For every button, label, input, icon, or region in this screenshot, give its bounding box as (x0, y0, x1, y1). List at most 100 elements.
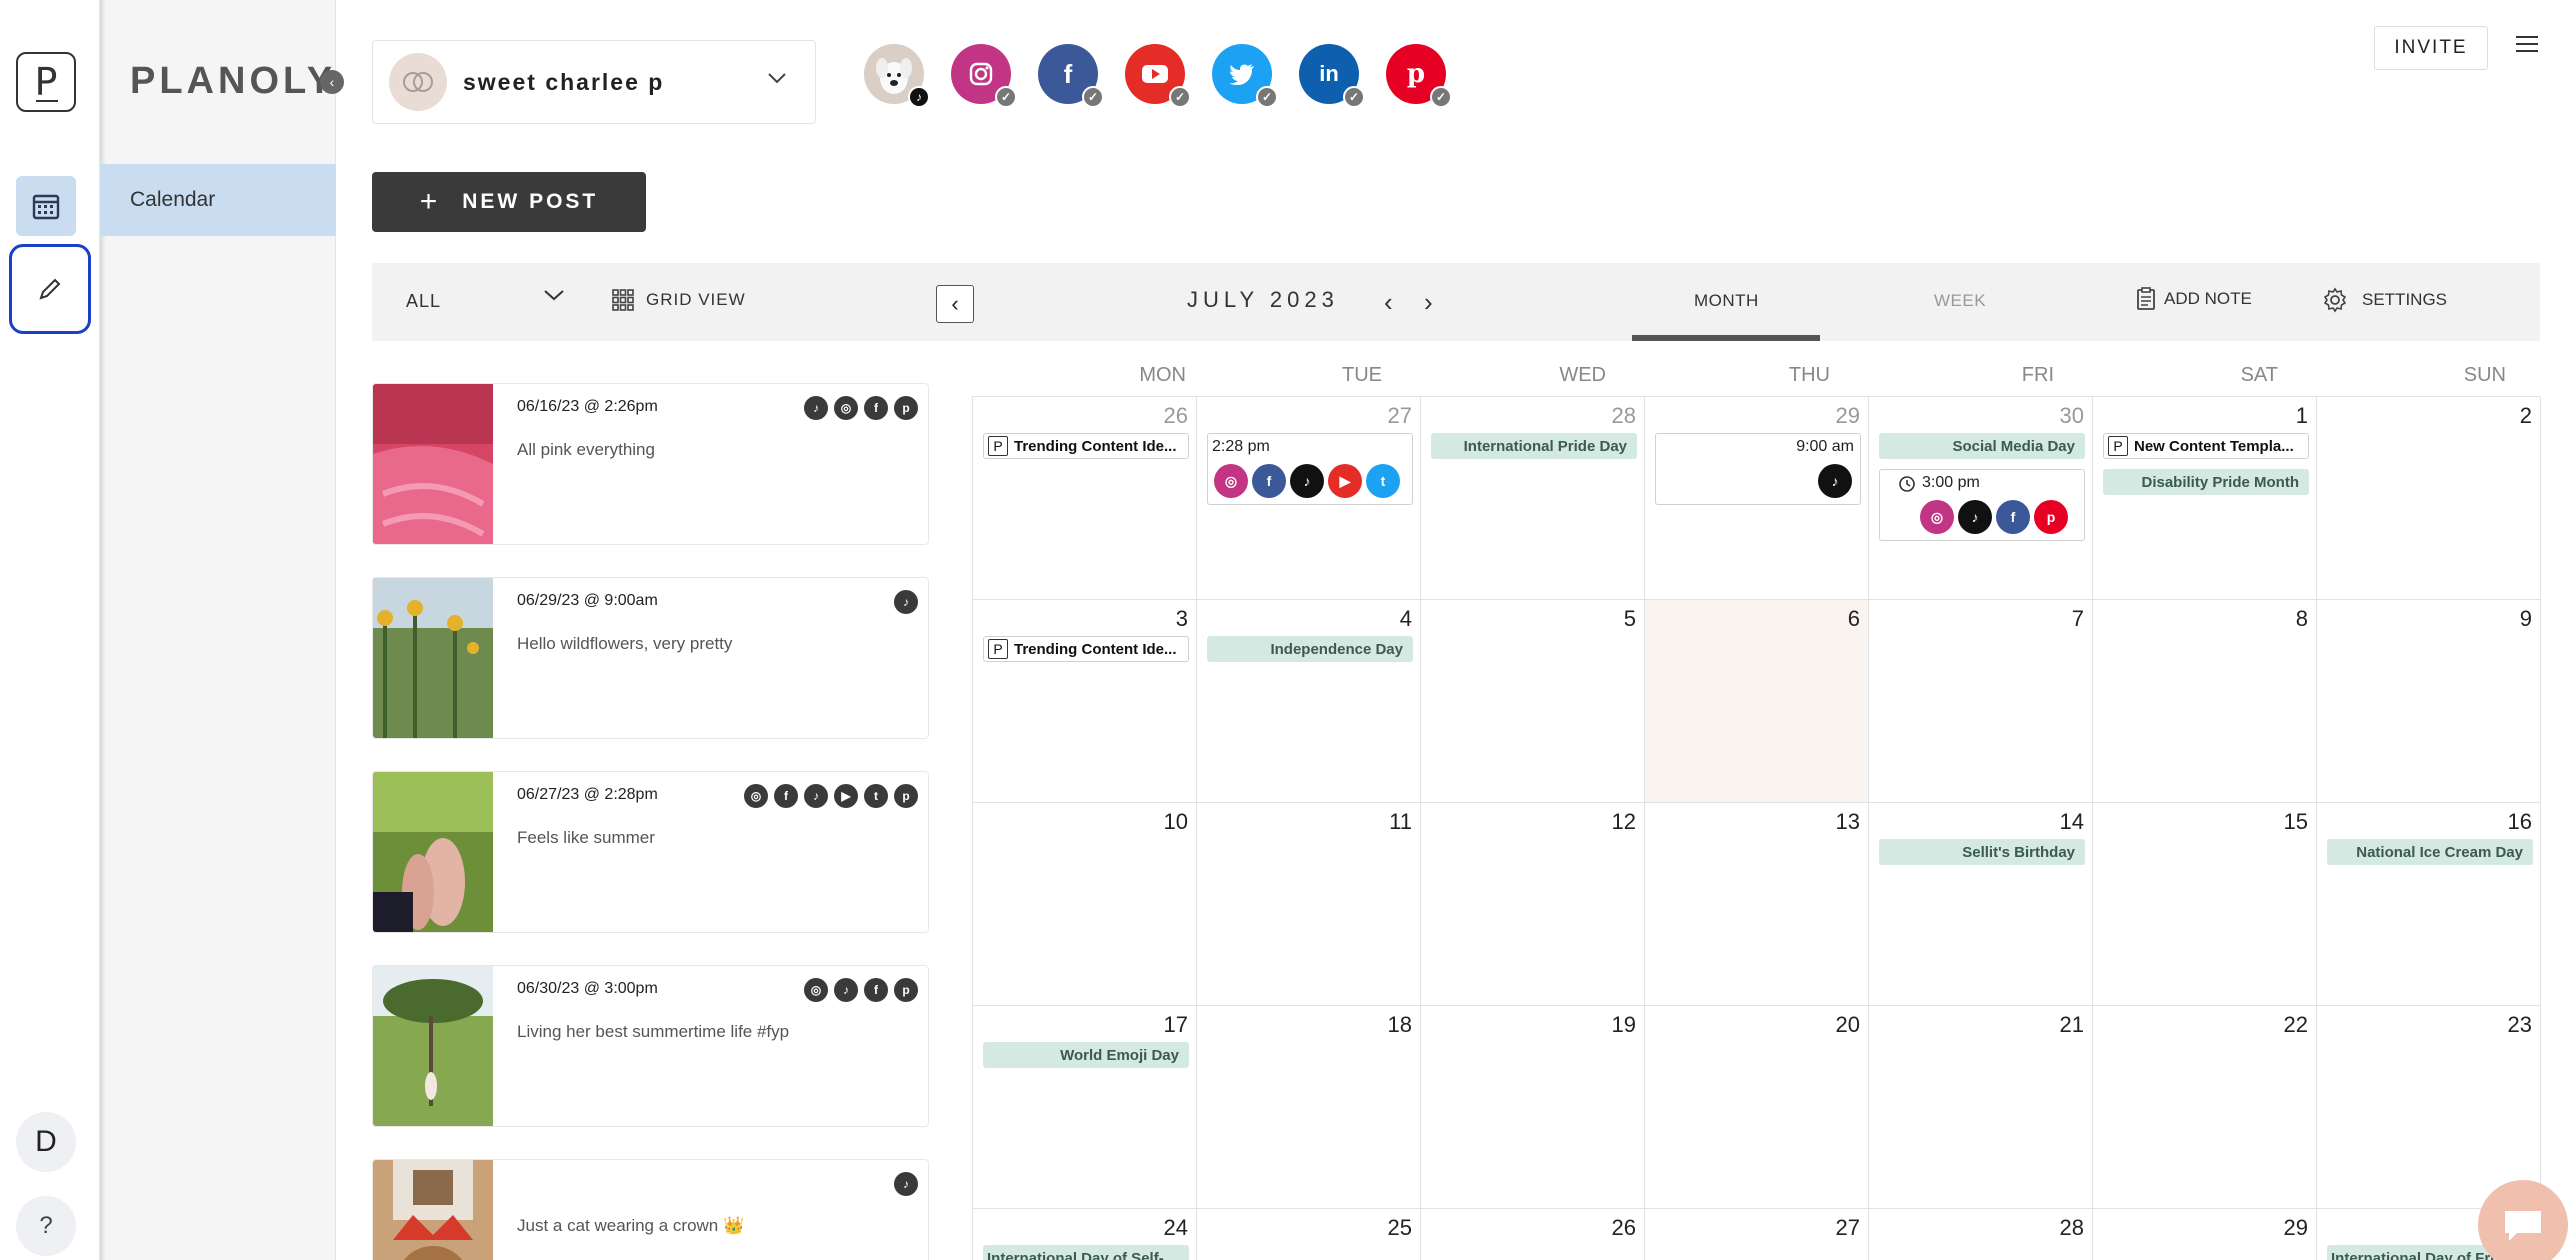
planoly-logo[interactable]: P (16, 52, 76, 112)
filter-dropdown[interactable]: ALL (406, 291, 441, 312)
compose-rail-button[interactable] (9, 244, 91, 334)
facebook-icon: f (864, 978, 888, 1002)
social-avatar-linkedin[interactable]: in ✓ (1299, 44, 1365, 108)
settings-button[interactable]: SETTINGS (2322, 287, 2447, 313)
holiday-event[interactable]: National Ice Cream Day (2327, 839, 2533, 865)
social-avatar-twitter[interactable]: ✓ (1212, 44, 1278, 108)
calendar-day[interactable]: 27 (1645, 1209, 1869, 1260)
holiday-event[interactable]: World Emoji Day (983, 1042, 1189, 1068)
sidebar-item-label: Calendar (130, 188, 216, 211)
note-event[interactable]: P Trending Content Ide... (983, 636, 1189, 662)
sidebar-item-calendar[interactable]: Calendar (100, 164, 336, 236)
holiday-event[interactable]: Social Media Day (1879, 433, 2085, 459)
check-icon: ✓ (995, 86, 1017, 108)
calendar-day[interactable]: 10 (973, 803, 1197, 1006)
day-of-week-label: WED (1559, 364, 1606, 386)
post-card[interactable]: 06/30/23 @ 3:00pm Living her best summer… (372, 965, 929, 1127)
planoly-note-icon: P (2108, 436, 2128, 456)
user-avatar[interactable]: D (16, 1112, 76, 1172)
scheduled-post[interactable]: 3:00 pm ◎ ♪ f p (1879, 469, 2085, 541)
holiday-event[interactable]: Disability Pride Month (2103, 469, 2309, 495)
scheduled-post[interactable]: 9:00 am ♪ (1655, 433, 1861, 505)
post-networks: ◎ ♪ f p (804, 978, 918, 1002)
calendar-day[interactable]: 1 P New Content Templa... Disability Prid… (2093, 397, 2317, 600)
calendar-day[interactable]: 29 (2093, 1209, 2317, 1260)
holiday-event[interactable]: Sellit's Birthday (1879, 839, 2085, 865)
post-card[interactable]: Just a cat wearing a crown 👑 ♪ (372, 1159, 929, 1260)
social-avatar-pinterest[interactable]: p ✓ (1386, 44, 1452, 108)
calendar-day[interactable]: 7 (1869, 600, 2093, 803)
note-event[interactable]: P New Content Templa... (2103, 433, 2309, 459)
twitter-icon (1229, 64, 1254, 85)
holiday-event[interactable]: International Pride Day (1431, 433, 1637, 459)
grid-view-button[interactable]: GRID VIEW (612, 289, 746, 311)
chat-support-button[interactable] (2478, 1180, 2568, 1260)
calendar-day-today[interactable]: 6 (1645, 600, 1869, 803)
calendar-day[interactable]: 24 International Day of Self- (973, 1209, 1197, 1260)
social-avatar-tiktok[interactable]: ♪ (864, 44, 930, 108)
post-date: 06/27/23 @ 2:28pm (517, 786, 658, 803)
note-event[interactable]: P Trending Content Ide... (983, 433, 1189, 459)
calendar-day[interactable]: 8 (2093, 600, 2317, 803)
scheduled-post[interactable]: 2:28 pm ◎ f ♪ ▶ t (1207, 433, 1413, 505)
tab-month[interactable]: MONTH (1694, 291, 1759, 311)
chevron-down-icon[interactable] (542, 287, 566, 303)
calendar-rail-button[interactable] (16, 176, 76, 236)
calendar-day[interactable]: 27 2:28 pm ◎ f ♪ ▶ t (1197, 397, 1421, 600)
day-of-week-label: MON (1139, 364, 1186, 386)
calendar-day[interactable]: 9 (2317, 600, 2541, 803)
post-networks: ♪ (894, 590, 918, 614)
day-of-week-label: TUE (1342, 364, 1382, 386)
plus-icon: + (419, 185, 441, 218)
profile-name: sweet charlee p (463, 68, 665, 95)
calendar-day[interactable]: 26 (1421, 1209, 1645, 1260)
prev-month-button[interactable]: ‹ (1384, 287, 1393, 318)
social-avatar-facebook[interactable]: f ✓ (1038, 44, 1104, 108)
facebook-icon: f (1996, 500, 2030, 534)
calendar-day[interactable]: 15 (2093, 803, 2317, 1006)
post-card[interactable]: 06/29/23 @ 9:00am Hello wildflowers, ver… (372, 577, 929, 739)
calendar-day[interactable]: 19 (1421, 1006, 1645, 1209)
calendar-day[interactable]: 29 9:00 am ♪ (1645, 397, 1869, 600)
add-note-button[interactable]: ADD NOTE (2136, 287, 2252, 311)
menu-icon[interactable] (2516, 36, 2538, 54)
calendar-day[interactable]: 28 (1869, 1209, 2093, 1260)
calendar-day[interactable]: 23 (2317, 1006, 2541, 1209)
calendar-day[interactable]: 17 World Emoji Day (973, 1006, 1197, 1209)
calendar-day[interactable]: 16 National Ice Cream Day (2317, 803, 2541, 1006)
calendar-day[interactable]: 2 (2317, 397, 2541, 600)
calendar-day[interactable]: 21 (1869, 1006, 2093, 1209)
post-card[interactable]: 06/27/23 @ 2:28pm Feels like summer ◎ f … (372, 771, 929, 933)
calendar-day[interactable]: 30 Social Media Day 3:00 pm ◎ ♪ f p (1869, 397, 2093, 600)
next-month-button[interactable]: › (1424, 287, 1433, 318)
holiday-event[interactable]: Independence Day (1207, 636, 1413, 662)
profile-selector[interactable]: sweet charlee p (372, 40, 816, 124)
calendar-day[interactable]: 3 P Trending Content Ide... (973, 600, 1197, 803)
collapse-nav-button[interactable]: ‹ (320, 70, 344, 94)
calendar-day[interactable]: 26 P Trending Content Ide... (973, 397, 1197, 600)
calendar-day[interactable]: 18 (1197, 1006, 1421, 1209)
calendar-day[interactable]: 25 (1197, 1209, 1421, 1260)
calendar-day[interactable]: 20 (1645, 1006, 1869, 1209)
invite-button[interactable]: INVITE (2374, 26, 2488, 70)
holiday-event[interactable]: International Day of Self- (983, 1245, 1189, 1260)
social-avatar-instagram[interactable]: ✓ (951, 44, 1017, 108)
calendar-day[interactable]: 4 Independence Day (1197, 600, 1421, 803)
social-avatar-youtube[interactable]: ✓ (1125, 44, 1191, 108)
facebook-icon: f (1063, 58, 1073, 89)
collapse-list-button[interactable]: ‹ (936, 285, 974, 323)
calendar-day[interactable]: 12 (1421, 803, 1645, 1006)
new-post-button[interactable]: + NEW POST (372, 172, 646, 232)
post-card[interactable]: 06/16/23 @ 2:26pm All pink everything ♪ … (372, 383, 929, 545)
tab-week[interactable]: WEEK (1934, 291, 1986, 311)
calendar-day[interactable]: 28 International Pride Day (1421, 397, 1645, 600)
calendar-day[interactable]: 14 Sellit's Birthday (1869, 803, 2093, 1006)
pinterest-icon: p (894, 784, 918, 808)
calendar-day[interactable]: 5 (1421, 600, 1645, 803)
calendar-day[interactable]: 22 (2093, 1006, 2317, 1209)
calendar-day[interactable]: 11 (1197, 803, 1421, 1006)
pinterest-icon: p (1406, 59, 1426, 89)
brand-title: PLANOLY (130, 60, 337, 102)
calendar-day[interactable]: 13 (1645, 803, 1869, 1006)
help-button[interactable]: ? (16, 1196, 76, 1256)
